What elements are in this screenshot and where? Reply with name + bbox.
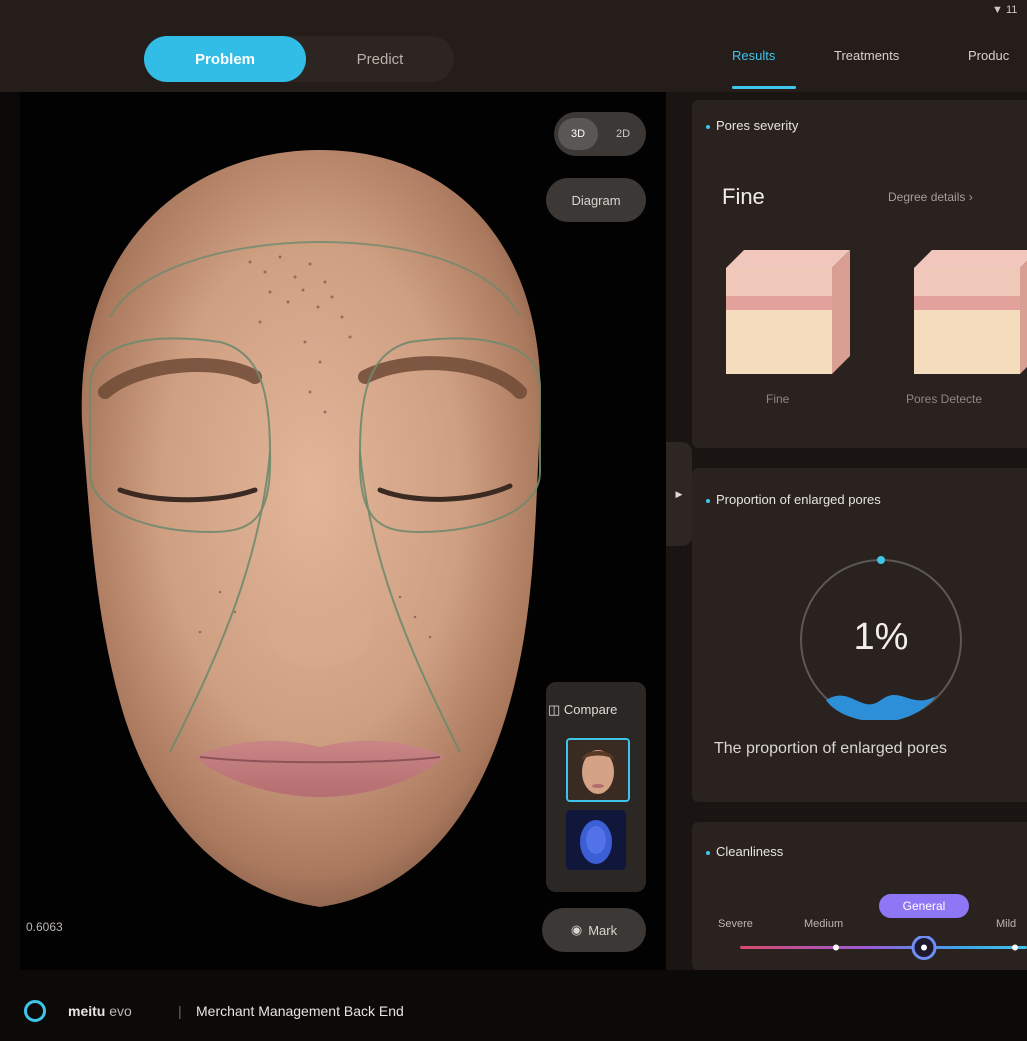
compare-thumb-normal[interactable] [566,738,630,802]
skin-cube-pores-icon [914,250,1027,374]
selected-level-badge: General [879,894,969,918]
status-wifi: ▼ 11 [992,4,1018,16]
level-medium: Medium [804,918,844,930]
face-uv-thumbnail-icon [566,810,626,870]
degree-details-link[interactable]: Degree details › [888,190,973,204]
level-severe: Severe [718,918,753,930]
compare-thumb-uv[interactable] [566,810,626,870]
compare-panel: ◫ Compare [546,682,646,892]
cube-label-fine: Fine [766,392,790,406]
pores-level: Fine [722,184,765,209]
proportion-caption: The proportion of enlarged pores [714,740,948,757]
proportion-card: Proportion of enlarged pores 1% The prop… [692,468,1027,802]
face-thumbnail-icon [568,740,628,800]
tab-results[interactable]: Results [732,48,775,63]
cleanliness-title: Cleanliness [706,844,783,859]
footer-separator: | [178,1003,182,1019]
footer-subtitle: Merchant Management Back End [196,1003,404,1019]
chevron-right-icon: › [968,190,973,204]
cleanliness-slider[interactable] [740,936,1027,960]
panel-collapse-handle[interactable]: ▶ [666,442,692,546]
mode-predict-button[interactable]: Predict [306,36,454,82]
compare-icon: ◫ [548,702,564,717]
tab-treatments[interactable]: Treatments [834,48,899,63]
view-mode-toggle: 3D 2D [554,112,646,156]
proportion-title: Proportion of enlarged pores [706,492,881,507]
pores-severity-title: Pores severity [706,118,798,133]
toggle-2d-button[interactable]: 2D [604,118,642,150]
diagram-button[interactable]: Diagram [546,178,646,222]
mode-problem-button[interactable]: Problem [144,36,306,82]
compare-label: ◫ Compare [548,702,618,717]
mark-button[interactable]: ◉ Mark [542,908,646,952]
top-bar: ▼ 11 Problem Predict Results Treatments … [0,0,1027,92]
mark-dot-icon: ◉ [570,922,583,937]
pores-severity-card: Pores severity Fine Degree details › Fin… [692,100,1027,448]
coordinate-readout: 0.6063 [26,920,63,934]
proportion-value: 1% [853,616,909,658]
gauge-fill [826,695,936,720]
mode-switch: Problem Predict [144,36,454,82]
gauge-indicator [877,556,885,564]
level-mild: Mild [996,918,1017,930]
meitu-logo-icon [24,1000,46,1022]
brand-name: meitu evo [68,1003,132,1019]
bottom-bar [0,970,1027,1041]
toggle-3d-button[interactable]: 3D [558,118,598,150]
cube-label-pores-detected: Pores Detecte [906,392,983,406]
tab-products[interactable]: Produc [968,48,1009,63]
chevron-right-icon: ▶ [675,488,683,499]
skin-cube-fine-icon [726,250,850,374]
left-edge [0,0,20,1041]
active-tab-indicator [732,86,796,89]
